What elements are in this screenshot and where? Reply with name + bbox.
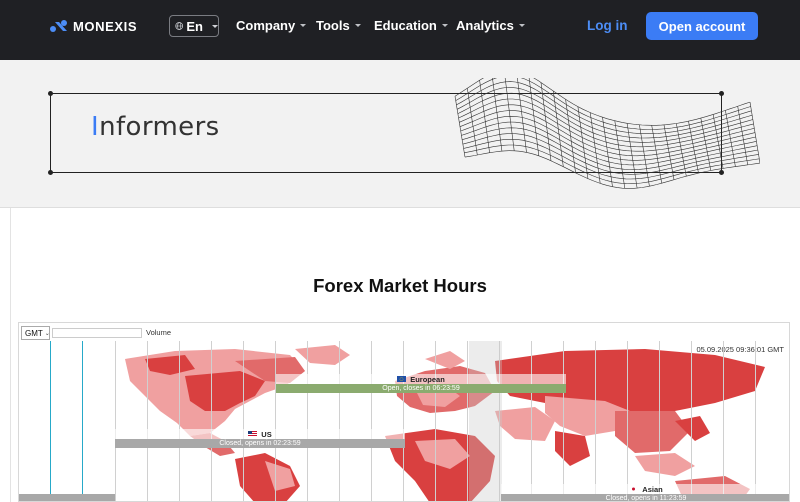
- session-name: Asian: [642, 484, 663, 494]
- hour-gridline: [115, 341, 116, 501]
- chevron-down-icon: [212, 24, 218, 28]
- session-us-label: US: [115, 429, 405, 439]
- hour-gridline: [723, 341, 724, 501]
- session-status-bar: Closed, opens in 02:23:59: [115, 439, 405, 448]
- menu-analytics-label: Analytics: [456, 18, 514, 33]
- menu-analytics[interactable]: Analytics: [456, 18, 525, 33]
- globe-icon: [175, 22, 184, 30]
- menu-company[interactable]: Company: [236, 18, 307, 33]
- hour-gridline: [595, 341, 596, 501]
- menu-education-label: Education: [374, 18, 437, 33]
- time-marker-line: [82, 341, 83, 501]
- section-title: Forex Market Hours: [313, 275, 487, 296]
- hour-gridline: [531, 341, 532, 501]
- hour-gridline: [371, 341, 372, 501]
- time-marker-line: [50, 341, 51, 501]
- content-border: [10, 208, 11, 502]
- login-link[interactable]: Log in: [587, 18, 628, 33]
- open-account-button[interactable]: Open account: [646, 12, 758, 40]
- volume-label[interactable]: Volume: [146, 328, 171, 337]
- language-selector[interactable]: En: [169, 15, 219, 37]
- top-navigation: MONEXIS En Company Tools Education Analy…: [0, 0, 800, 60]
- chevron-down-icon: [518, 24, 525, 27]
- session-status-bar: Open, closes in 06:23:59: [276, 384, 566, 393]
- hour-gridline: [755, 341, 756, 501]
- session-name: US: [261, 429, 272, 439]
- logo[interactable]: MONEXIS: [50, 17, 137, 35]
- menu-tools[interactable]: Tools: [316, 18, 361, 33]
- world-map: [125, 345, 765, 501]
- session-european[interactable]: European Open, closes in 06:23:59: [276, 374, 566, 394]
- chevron-down-icon: [300, 24, 307, 27]
- hour-gridline: [403, 341, 404, 501]
- japan-flag-icon: [629, 486, 639, 492]
- hour-gridline: [179, 341, 180, 501]
- session-status-bar: Closed, opens in 11:23:59: [501, 494, 789, 501]
- session-status-bar: [19, 494, 115, 501]
- widget-search-input[interactable]: [52, 328, 142, 338]
- informers-banner: Informers: [0, 60, 800, 208]
- frame-corner: [48, 170, 53, 175]
- session-us[interactable]: US Closed, opens in 02:23:59: [115, 429, 405, 449]
- session-asian[interactable]: Asian Closed, opens in 11:23:59: [501, 484, 789, 501]
- page-title: Informers: [91, 112, 220, 142]
- hour-gridline: [147, 341, 148, 501]
- menu-education[interactable]: Education: [374, 18, 448, 33]
- session-us-tail[interactable]: [19, 484, 115, 501]
- frame-corner: [48, 91, 53, 96]
- menu-tools-label: Tools: [316, 18, 350, 33]
- hour-gridline: [307, 341, 308, 501]
- hour-gridline: [467, 341, 468, 501]
- hour-gridline: [275, 341, 276, 501]
- session-name: European: [410, 374, 445, 384]
- eu-flag-icon: [397, 376, 407, 382]
- hour-gridline: [435, 341, 436, 501]
- hour-gridline: [339, 341, 340, 501]
- current-hour-highlight: [469, 341, 502, 501]
- hour-gridline: [243, 341, 244, 501]
- hour-gridline: [627, 341, 628, 501]
- timezone-value: GMT: [25, 328, 43, 338]
- menu-company-label: Company: [236, 18, 296, 33]
- logo-text: MONEXIS: [73, 18, 138, 34]
- session-asian-label: Asian: [501, 484, 789, 494]
- session-european-label: European: [276, 374, 566, 384]
- forex-hours-widget: GMT ⌄ Volume 05.09.2025 09:36:01 GMT Eur…: [18, 322, 790, 502]
- wireframe-wave-illustration: [454, 78, 760, 189]
- chevron-down-icon: [354, 24, 361, 27]
- language-label: En: [186, 18, 203, 34]
- hour-gridline: [563, 341, 564, 501]
- hour-gridline: [691, 341, 692, 501]
- hour-gridline: [211, 341, 212, 501]
- us-flag-icon: [248, 431, 258, 437]
- timezone-select[interactable]: GMT ⌄: [21, 326, 50, 340]
- chevron-down-icon: ⌄: [44, 330, 50, 337]
- chevron-down-icon: [441, 24, 448, 27]
- hour-gridline: [659, 341, 660, 501]
- logo-mark-icon: [50, 20, 67, 32]
